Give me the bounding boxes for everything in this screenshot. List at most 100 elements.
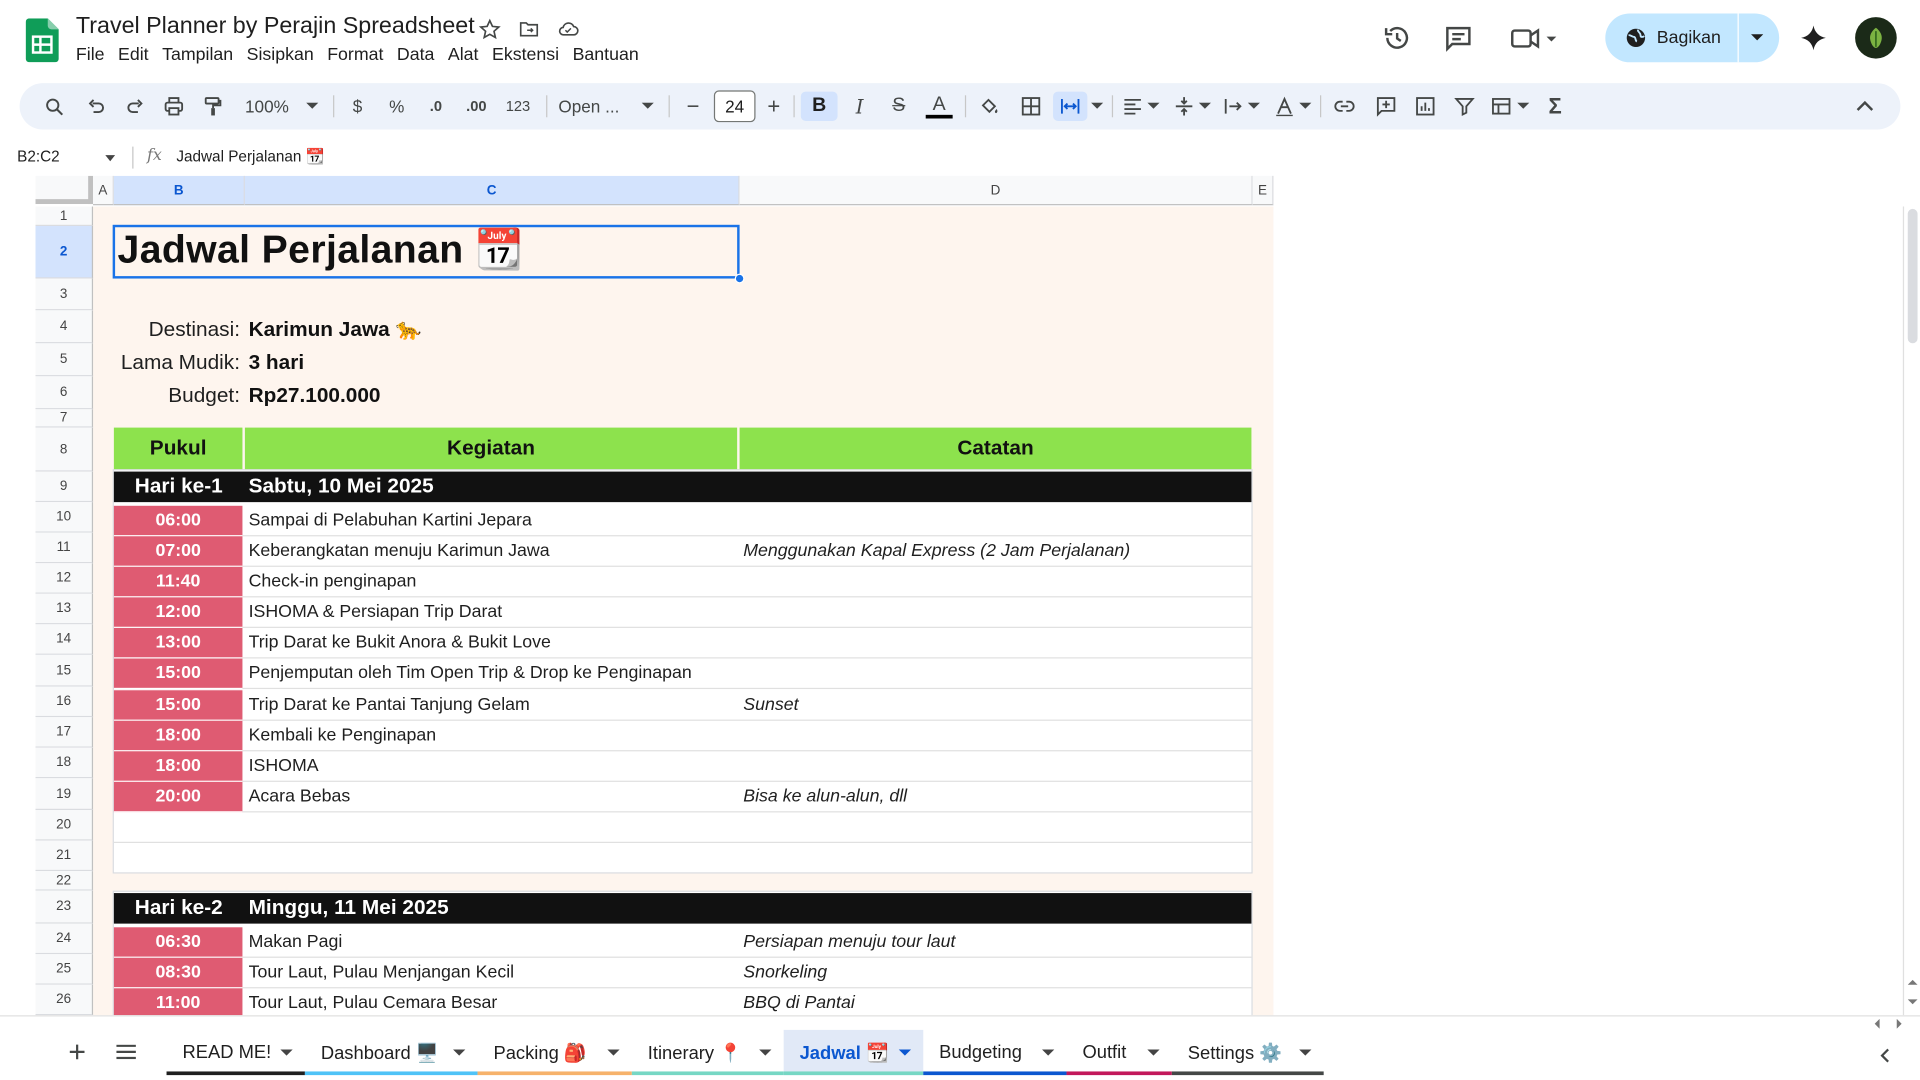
tab-dropdown-icon[interactable]: [1042, 1049, 1055, 1056]
increase-font-size-button[interactable]: +: [762, 92, 786, 121]
fill-color-icon[interactable]: [975, 92, 1004, 121]
zoom-select[interactable]: 100%: [240, 92, 294, 121]
tab-dropdown-icon[interactable]: [280, 1049, 293, 1056]
table-row[interactable]: 12:00 ISHOMA & Persiapan Trip Darat: [113, 597, 1252, 628]
row-header[interactable]: 9: [35, 471, 94, 503]
filter-icon[interactable]: [1450, 92, 1479, 121]
cloud-status-icon[interactable]: [555, 16, 582, 43]
insert-chart-icon[interactable]: [1411, 92, 1440, 121]
row-header[interactable]: 8: [35, 427, 94, 472]
italic-button[interactable]: I: [845, 92, 874, 121]
row-header[interactable]: 10: [35, 502, 94, 533]
row-header[interactable]: 24: [35, 923, 94, 955]
table-row[interactable]: [113, 812, 1252, 843]
gemini-sparkle-icon[interactable]: [1798, 22, 1830, 54]
search-icon[interactable]: [39, 92, 68, 121]
meet-icon[interactable]: [1509, 22, 1560, 54]
text-rotation-icon[interactable]: [1271, 92, 1298, 121]
sheet-tab-dashboard[interactable]: Dashboard 🖥️: [304, 1030, 478, 1076]
sheet-tab-readme[interactable]: READ ME!: [166, 1030, 305, 1076]
table-row[interactable]: 11:00 Tour Laut, Pulau Cemara Besar BBQ di…: [113, 988, 1252, 1016]
collapse-toolbar-icon[interactable]: [1851, 92, 1878, 121]
menu-file[interactable]: File: [76, 45, 105, 65]
percent-format-button[interactable]: %: [384, 92, 408, 121]
sheet-tab-packing[interactable]: Packing 🎒: [477, 1030, 632, 1076]
table-row[interactable]: 20:00 Acara Bebas Bisa ke alun-alun, dll: [113, 781, 1252, 813]
filter-views-icon[interactable]: [1487, 92, 1516, 121]
redo-icon[interactable]: [120, 92, 149, 121]
row-header[interactable]: 18: [35, 747, 94, 779]
menu-extensions[interactable]: Ekstensi: [492, 45, 559, 65]
budget-value[interactable]: Rp27.100.000: [249, 384, 381, 408]
name-box-dropdown-icon[interactable]: [105, 155, 116, 162]
table-row[interactable]: 11:40 Check-in penginapan: [113, 566, 1252, 598]
menu-data[interactable]: Data: [397, 45, 435, 65]
row-header[interactable]: 23: [35, 890, 94, 924]
row-header[interactable]: 19: [35, 778, 94, 811]
row-header[interactable]: 25: [35, 954, 94, 985]
row-header[interactable]: 26: [35, 984, 94, 1016]
insert-comment-icon[interactable]: [1371, 92, 1400, 121]
scroll-down-icon[interactable]: [1907, 998, 1918, 1005]
menu-tools[interactable]: Alat: [448, 45, 479, 65]
tab-dropdown-icon[interactable]: [1299, 1049, 1312, 1056]
align-dropdown-icon[interactable]: [1146, 92, 1161, 121]
selection-fill-handle[interactable]: [734, 273, 745, 284]
menu-view[interactable]: Tampilan: [162, 45, 233, 65]
vertical-scroll-thumb[interactable]: [1907, 208, 1918, 344]
row-header[interactable]: 12: [35, 563, 94, 594]
table-row[interactable]: 13:00 Trip Darat ke Bukit Anora & Bukit L…: [113, 627, 1252, 659]
avatar[interactable]: [1855, 17, 1897, 59]
row-header[interactable]: 20: [35, 810, 94, 841]
budget-label[interactable]: Budget:: [168, 384, 240, 408]
undo-icon[interactable]: [81, 92, 110, 121]
table-row[interactable]: 08:30 Tour Laut, Pulau Menjangan Kecil Sno…: [113, 957, 1252, 989]
vertical-align-icon[interactable]: [1171, 92, 1198, 121]
add-sheet-icon[interactable]: [61, 1036, 93, 1068]
sheet-tab-settings[interactable]: Settings ⚙️: [1171, 1030, 1324, 1076]
star-icon[interactable]: [476, 16, 503, 43]
version-history-icon[interactable]: [1381, 22, 1413, 54]
horizontal-scrollbar[interactable]: [0, 1015, 1920, 1030]
table-row[interactable]: 07:00 Keberangkatan menuju Karimun Jawa Me…: [113, 536, 1252, 567]
row-header[interactable]: 21: [35, 840, 94, 872]
filter-views-dropdown-icon[interactable]: [1516, 92, 1531, 121]
table-row[interactable]: 15:00 Trip Darat ke Pantai Tanjung Gelam S…: [113, 690, 1252, 721]
menu-format[interactable]: Format: [327, 45, 383, 65]
row-header[interactable]: 13: [35, 593, 94, 625]
row-header[interactable]: 16: [35, 686, 94, 718]
text-wrap-icon[interactable]: [1220, 92, 1247, 121]
borders-icon[interactable]: [1016, 92, 1045, 121]
menu-edit[interactable]: Edit: [118, 45, 149, 65]
paint-format-icon[interactable]: [198, 92, 227, 121]
font-dropdown-icon[interactable]: [639, 92, 656, 121]
scroll-tabs-left-icon[interactable]: [1873, 1045, 1895, 1067]
row-header[interactable]: 4: [35, 310, 94, 344]
text-color-button[interactable]: A: [923, 92, 955, 121]
tab-dropdown-icon[interactable]: [898, 1049, 912, 1056]
strikethrough-button[interactable]: S: [884, 92, 913, 121]
table-row[interactable]: 06:00 Sampai di Pelabuhan Kartini Jepara: [113, 505, 1252, 537]
functions-button[interactable]: Σ: [1540, 92, 1569, 121]
text-rotation-dropdown-icon[interactable]: [1298, 92, 1313, 121]
row-header[interactable]: 5: [35, 343, 94, 377]
header-pukul[interactable]: Pukul: [113, 427, 243, 470]
row-header[interactable]: 1: [35, 206, 94, 227]
duration-label[interactable]: Lama Mudik:: [121, 351, 240, 375]
row-header[interactable]: 14: [35, 624, 94, 655]
row-header[interactable]: 11: [35, 532, 94, 564]
column-header-d[interactable]: D: [739, 175, 1253, 206]
decrease-font-size-button[interactable]: −: [681, 92, 705, 121]
row-header[interactable]: 3: [35, 278, 94, 311]
scroll-up-icon[interactable]: [1907, 979, 1918, 986]
number-format-button[interactable]: 123: [502, 92, 534, 121]
row-header[interactable]: 15: [35, 654, 94, 687]
font-family-select[interactable]: Open ...: [558, 92, 627, 121]
zoom-dropdown-icon[interactable]: [304, 92, 321, 121]
merge-dropdown-icon[interactable]: [1090, 92, 1105, 121]
sheet-tab-itinerary[interactable]: Itinerary 📍: [631, 1030, 784, 1076]
table-row[interactable]: 18:00 Kembali ke Penginapan: [113, 720, 1252, 752]
formula-input[interactable]: Jadwal Perjalanan 📆: [176, 148, 324, 166]
select-all-corner[interactable]: [35, 175, 94, 205]
sheet-tab-budgeting[interactable]: Budgeting: [923, 1030, 1067, 1076]
